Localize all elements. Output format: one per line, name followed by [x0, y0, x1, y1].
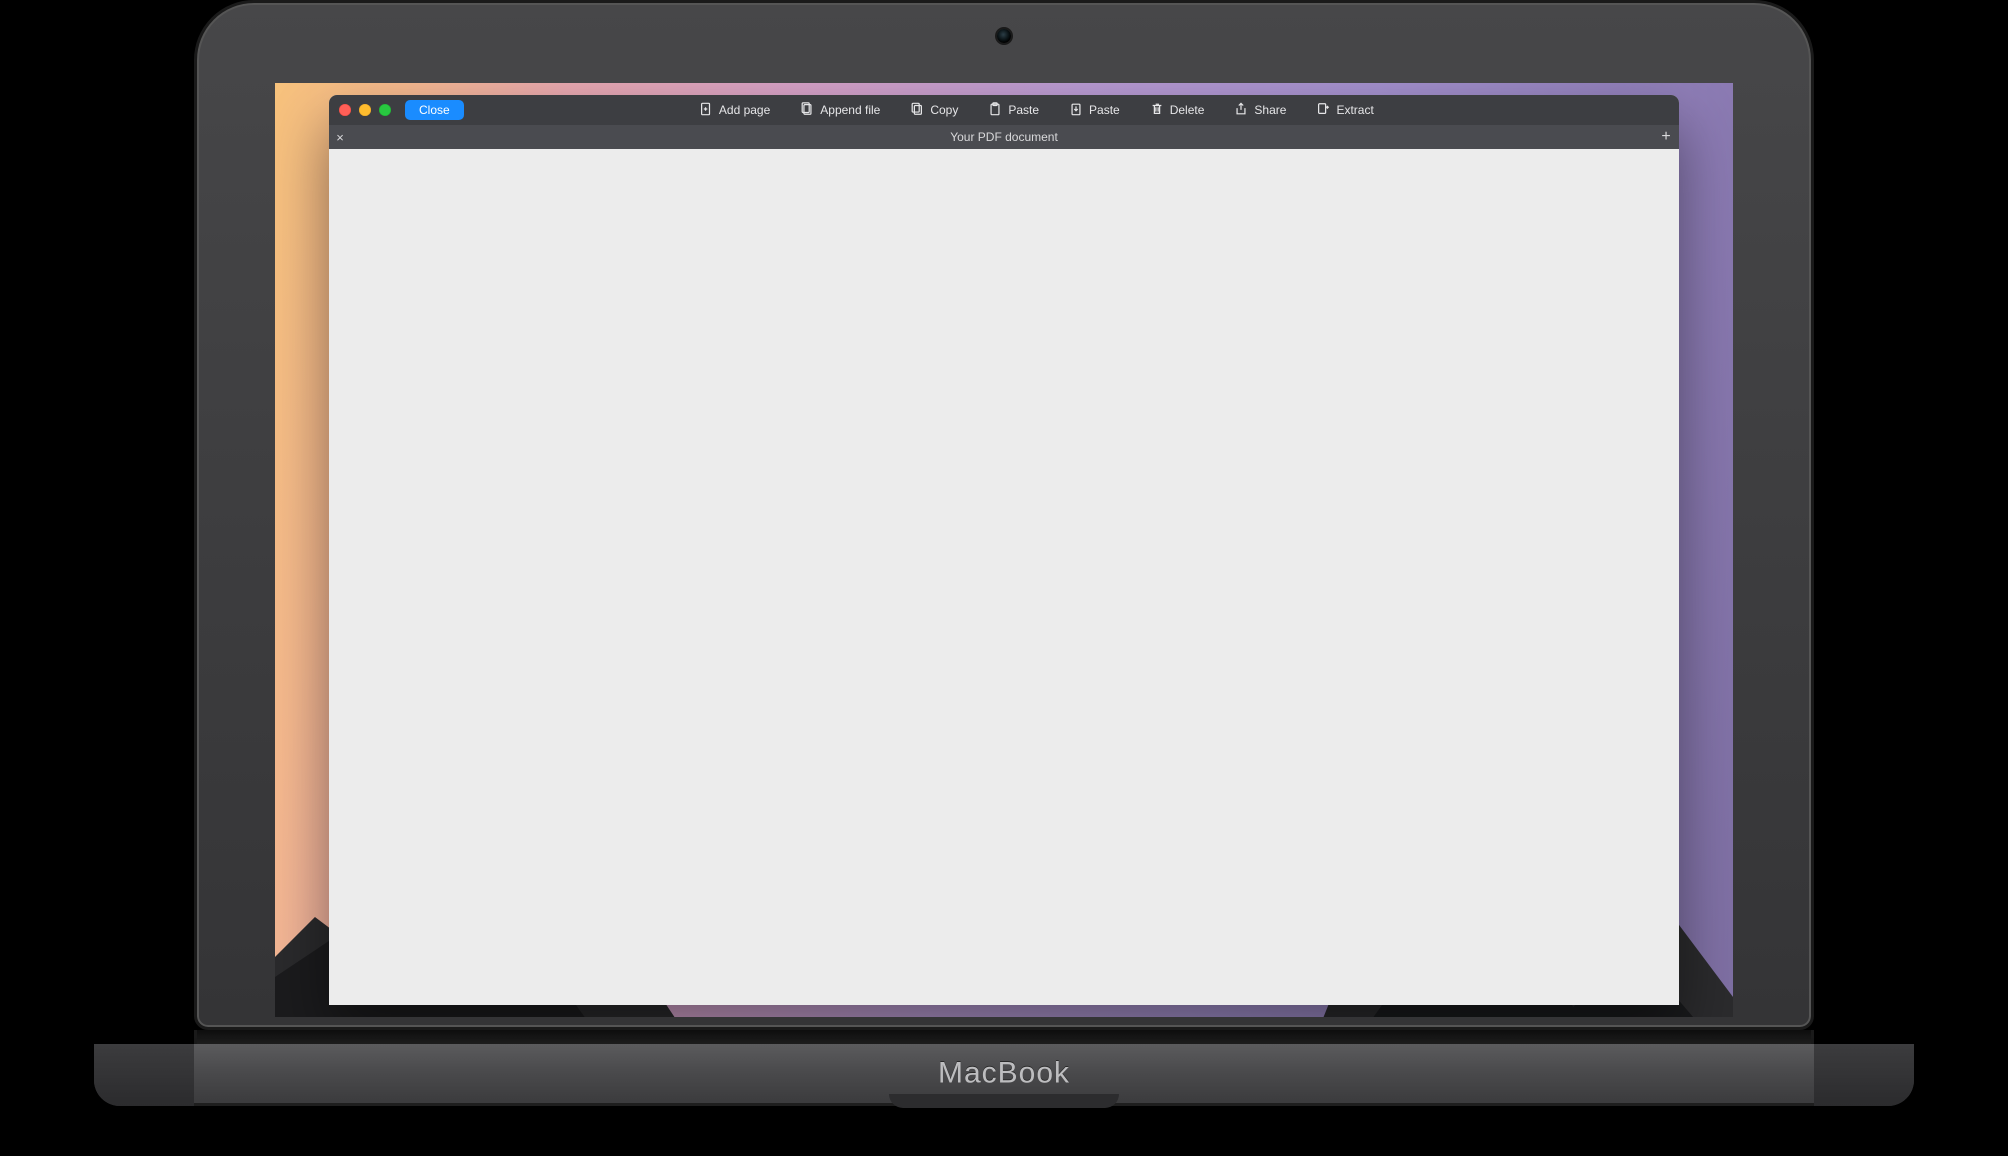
- extract-icon: [1316, 102, 1330, 119]
- extract-label: Extract: [1336, 103, 1373, 117]
- clipboard-icon: [988, 102, 1002, 119]
- laptop-lid: Close Add page Append fil: [194, 0, 1814, 1030]
- window-minimize-traffic-light[interactable]: [359, 104, 371, 116]
- laptop-deck: MacBook: [94, 1044, 1914, 1106]
- window-titlebar: Close Add page Append fil: [329, 95, 1679, 125]
- add-tab-icon[interactable]: +: [1653, 129, 1679, 145]
- traffic-lights: [339, 104, 391, 116]
- close-button[interactable]: Close: [405, 100, 464, 120]
- file-stack-icon: [800, 102, 814, 119]
- macbook-brand-label: MacBook: [938, 1056, 1070, 1090]
- share-icon: [1234, 102, 1248, 119]
- append-file-button[interactable]: Append file: [796, 100, 884, 121]
- copy-label: Copy: [930, 103, 958, 117]
- add-page-label: Add page: [719, 103, 770, 117]
- copy-icon: [910, 102, 924, 119]
- paste-label: Paste: [1008, 103, 1039, 117]
- extract-button[interactable]: Extract: [1312, 100, 1377, 121]
- share-label: Share: [1254, 103, 1286, 117]
- window-close-traffic-light[interactable]: [339, 104, 351, 116]
- delete-label: Delete: [1170, 103, 1205, 117]
- paste-button[interactable]: Paste: [984, 100, 1043, 121]
- laptop-hinge: [194, 1030, 1814, 1044]
- paste-insert-button[interactable]: Paste: [1065, 100, 1124, 121]
- append-file-label: Append file: [820, 103, 880, 117]
- add-page-button[interactable]: Add page: [695, 100, 774, 121]
- macbook-device-frame: Close Add page Append fil: [194, 0, 1814, 1106]
- webcam: [997, 29, 1011, 43]
- window-zoom-traffic-light[interactable]: [379, 104, 391, 116]
- close-tab-icon[interactable]: ×: [329, 131, 351, 144]
- document-tab-title[interactable]: Your PDF document: [950, 130, 1058, 144]
- share-button[interactable]: Share: [1230, 100, 1290, 121]
- document-tab-bar: × Your PDF document +: [329, 125, 1679, 149]
- main-toolbar: Add page Append file Cop: [695, 100, 1378, 121]
- clipboard-arrow-icon: [1069, 102, 1083, 119]
- delete-button[interactable]: Delete: [1146, 100, 1209, 121]
- page-plus-icon: [699, 102, 713, 119]
- trackpad-notch: [889, 1094, 1119, 1108]
- document-content-area[interactable]: [329, 149, 1679, 1005]
- paste-insert-label: Paste: [1089, 103, 1120, 117]
- copy-button[interactable]: Copy: [906, 100, 962, 121]
- trash-icon: [1150, 102, 1164, 119]
- pdf-editor-window: Close Add page Append fil: [329, 95, 1679, 1005]
- laptop-screen: Close Add page Append fil: [275, 83, 1733, 1017]
